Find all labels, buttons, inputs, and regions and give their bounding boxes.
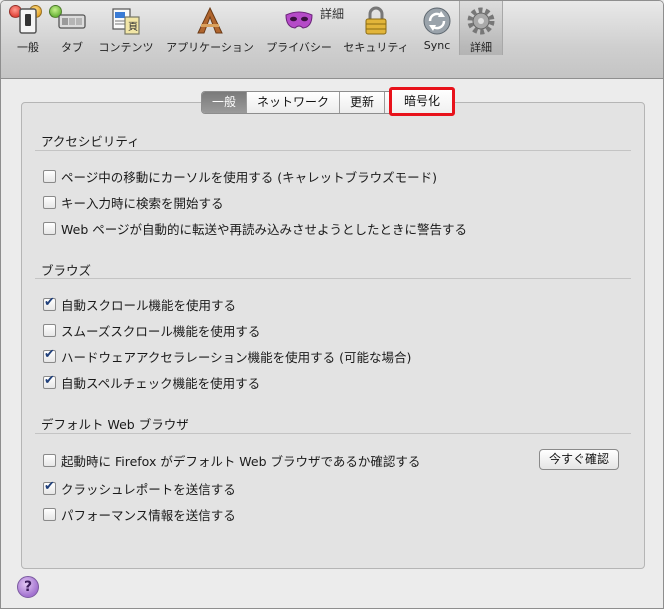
section-divider [35, 150, 631, 151]
checkbox[interactable] [43, 295, 56, 311]
toolbar-label: 一般 [17, 41, 39, 54]
help-button[interactable]: ? [17, 576, 39, 598]
option-send-performance-data[interactable]: パフォーマンス情報を送信する [43, 505, 236, 524]
option-label: パフォーマンス情報を送信する [61, 508, 236, 523]
option-caret-browsing[interactable]: ページ中の移動にカーソルを使用する (キャレットブラウズモード) [43, 167, 437, 186]
tab-network[interactable]: ネットワーク [247, 92, 341, 113]
toolbar-content[interactable]: 頁 コンテンツ [97, 1, 155, 55]
option-warn-redirect[interactable]: Web ページが自動的に転送や再読み込みさせようとしたときに警告する [43, 219, 467, 238]
checkbox[interactable] [43, 196, 56, 209]
option-label: クラッシュレポートを送信する [61, 482, 236, 497]
toolbar-label: コンテンツ [98, 41, 154, 54]
option-hardware-acceleration[interactable]: ハードウェアアクセラレーション機能を使用する (可能な場合) [43, 347, 411, 366]
option-label: スムーズスクロール機能を使用する [61, 324, 261, 339]
option-smooth-scroll[interactable]: スムーズスクロール機能を使用する [43, 321, 260, 340]
toolbar-applications[interactable]: アプリケーション [164, 1, 256, 55]
option-label: 起動時に Firefox がデフォルト Web ブラウザであるか確認する [61, 454, 421, 469]
toolbar-label: プライバシー [266, 41, 332, 54]
section-title-browse: ブラウズ [41, 263, 92, 278]
toolbar-label: Sync [423, 39, 451, 52]
svg-text:頁: 頁 [128, 21, 138, 33]
toolbar-security[interactable]: セキュリティ [341, 1, 411, 55]
checkbox[interactable] [43, 508, 56, 521]
option-label: キー入力時に検索を開始する [61, 196, 224, 211]
toolbar-label: アプリケーション [166, 41, 254, 54]
toolbar-label: 詳細 [470, 41, 492, 54]
tabs-icon [58, 14, 86, 29]
option-label: Web ページが自動的に転送や再読み込みさせようとしたときに警告する [61, 222, 467, 237]
advanced-tab-bar: 一般 ネットワーク 更新 暗号化 [201, 87, 456, 116]
option-label: ページ中の移動にカーソルを使用する (キャレットブラウズモード) [61, 170, 437, 185]
checkbox[interactable] [43, 373, 56, 389]
advanced-gear-icon [467, 7, 495, 35]
checkbox[interactable] [43, 222, 56, 235]
toolbar-label: タブ [61, 41, 83, 54]
option-spellcheck[interactable]: 自動スペルチェック機能を使用する [43, 373, 260, 392]
option-search-on-type[interactable]: キー入力時に検索を開始する [43, 193, 224, 212]
option-send-crash-reports[interactable]: クラッシュレポートを送信する [43, 479, 236, 498]
option-check-default-browser[interactable]: 起動時に Firefox がデフォルト Web ブラウザであるか確認する [43, 451, 420, 470]
checkbox[interactable] [43, 479, 56, 495]
tab-update[interactable]: 更新 [340, 92, 386, 113]
toolbar-tabs[interactable]: タブ [53, 1, 91, 55]
option-autoscroll[interactable]: 自動スクロール機能を使用する [43, 295, 236, 314]
section-title-accessibility: アクセシビリティ [41, 134, 140, 149]
checkbox[interactable] [43, 454, 56, 467]
section-title-default-browser: デフォルト Web ブラウザ [41, 417, 189, 432]
check-now-button[interactable]: 今すぐ確認 [539, 449, 620, 470]
toolbar-sync[interactable]: Sync [418, 1, 456, 55]
checkbox[interactable] [43, 347, 56, 363]
privacy-mask-icon [285, 11, 313, 29]
tab-general[interactable]: 一般 [202, 92, 248, 113]
section-divider [35, 433, 631, 434]
toolbar-privacy[interactable]: プライバシー [264, 1, 334, 55]
section-divider [35, 278, 631, 279]
preferences-window: 詳細 一般 タブ 頁 コンテンツ アプリケーション プライバシー セキュリティ … [0, 0, 664, 609]
toolbar-label: セキュリティ [343, 41, 409, 54]
option-label: ハードウェアアクセラレーション機能を使用する (可能な場合) [61, 350, 412, 365]
option-label: 自動スクロール機能を使用する [61, 298, 237, 313]
option-label: 自動スペルチェック機能を使用する [61, 376, 261, 391]
checkbox[interactable] [43, 170, 56, 183]
toolbar-general[interactable]: 一般 [9, 1, 47, 55]
checkbox[interactable] [43, 324, 56, 337]
general-switch-icon [19, 8, 37, 34]
title-bar: 詳細 一般 タブ 頁 コンテンツ アプリケーション プライバシー セキュリティ … [1, 1, 663, 79]
toolbar-advanced[interactable]: 詳細 [459, 1, 503, 55]
tab-encryption[interactable]: 暗号化 [389, 87, 456, 116]
applications-icon [197, 6, 223, 34]
security-lock-icon [365, 6, 387, 35]
content-icon: 頁 [112, 8, 140, 35]
sync-icon [423, 7, 451, 35]
